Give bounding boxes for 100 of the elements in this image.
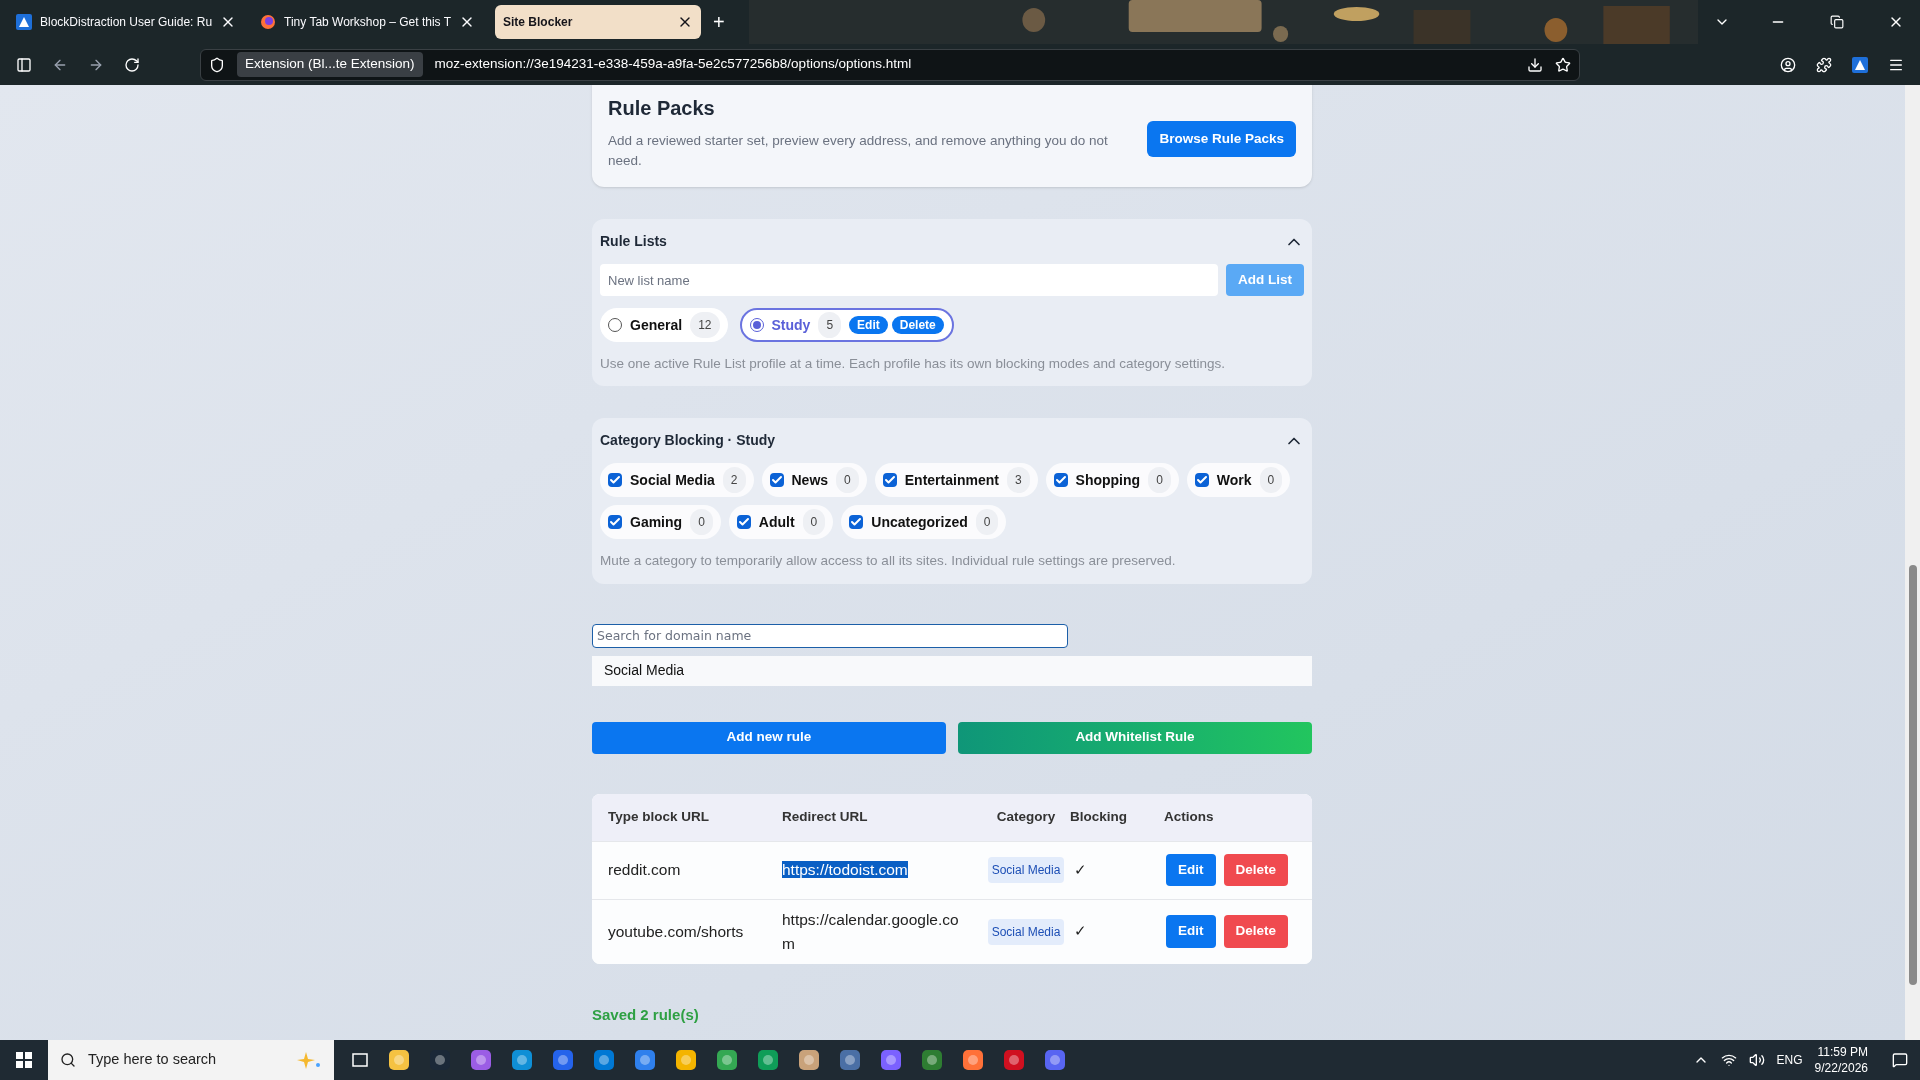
count-badge: 0 <box>975 509 999 536</box>
download-icon[interactable] <box>1527 56 1543 73</box>
app-icon[interactable] <box>920 1048 944 1072</box>
sidebar-icon[interactable] <box>16 56 32 73</box>
app-icon[interactable] <box>469 1048 493 1072</box>
search-icon <box>60 1052 76 1068</box>
app-icon[interactable] <box>961 1048 985 1072</box>
app-icon[interactable] <box>879 1048 903 1072</box>
rule-list-chip[interactable]: Study 5 Edit Delete <box>739 308 954 342</box>
category-tag: Social Media <box>987 857 1065 883</box>
app-icon[interactable] <box>756 1048 780 1072</box>
checkbox[interactable] <box>769 473 784 488</box>
edit-button[interactable]: Edit <box>1166 853 1216 887</box>
edit-button[interactable]: Edit <box>1166 915 1216 948</box>
count-badge: 0 <box>836 467 859 494</box>
list-name: Study <box>771 315 811 335</box>
add-rule-button[interactable]: Add new rule <box>592 721 946 754</box>
browser-tab[interactable]: BlockDistraction User Guide: Ru <box>8 5 245 39</box>
new-tab-button[interactable]: + <box>705 7 733 37</box>
app-icon[interactable] <box>1002 1048 1026 1072</box>
column-header: Redirect URL <box>782 807 869 826</box>
table-cell-text: https://todoist.com <box>782 860 909 880</box>
count-badge: 0 <box>802 509 826 536</box>
clock-date[interactable]: 9/22/2026 <box>1814 1060 1868 1076</box>
app-icon[interactable] <box>551 1048 575 1072</box>
section-description: Add a reviewed starter set, preview every address, and remove anything you do not need. <box>608 132 1109 170</box>
delete-button[interactable]: Delete <box>1223 853 1289 887</box>
app-icon[interactable] <box>674 1048 698 1072</box>
fox-logo-icon <box>260 14 277 30</box>
count-badge: 0 <box>1259 467 1283 494</box>
scrollbar[interactable] <box>1905 85 1920 1040</box>
reload-icon[interactable] <box>124 56 140 73</box>
blocking-check: ✓ <box>1073 859 1088 880</box>
account-icon[interactable] <box>1780 56 1796 73</box>
browser-tab[interactable]: Tiny Tab Workshop – Get this T <box>252 5 484 39</box>
checkbox[interactable] <box>1194 473 1209 488</box>
checkbox[interactable] <box>608 473 622 488</box>
hint-text: Use one active Rule List profile at a time. Each profile has its own blocking modes and category settings. <box>600 355 1227 373</box>
tab-title: Tiny Tab Workshop – Get this T <box>284 14 452 31</box>
app-icon[interactable] <box>838 1048 862 1072</box>
notification-icon[interactable] <box>1892 1052 1908 1068</box>
table-cell-text: reddit.com <box>608 860 682 881</box>
triangle-logo-icon[interactable] <box>1852 56 1868 73</box>
category-name: Work <box>1216 470 1252 490</box>
checkbox[interactable] <box>1053 473 1068 488</box>
table-cell-text: https://calendar.google.com <box>782 909 960 954</box>
app-icon[interactable] <box>797 1048 821 1072</box>
extensions-icon[interactable] <box>1816 56 1832 73</box>
app-icon[interactable] <box>387 1048 411 1072</box>
checkbox[interactable] <box>882 473 897 488</box>
count-badge: 0 <box>1148 467 1171 494</box>
checkbox[interactable] <box>608 515 622 530</box>
table-cell-text: youtube.com/shorts <box>608 921 745 942</box>
network-icon[interactable] <box>1720 1052 1737 1068</box>
status-message: Saved 2 rule(s) <box>592 1004 700 1025</box>
column-header: Type block URL <box>608 807 710 826</box>
count-badge: 2 <box>722 467 746 494</box>
column-header: Actions <box>1164 807 1215 826</box>
restore-icon[interactable] <box>1830 15 1844 29</box>
address-bar[interactable]: Extension (Bl...te Extension) moz-extension://3e194231-e338-459a-a9fa-5e2c577256b8/options/options.html <box>200 48 1580 81</box>
app-icon[interactable] <box>592 1048 616 1072</box>
tab-title: BlockDistraction User Guide: Ru <box>40 14 213 31</box>
tab-title: Site Blocker <box>503 14 574 31</box>
app-icon[interactable] <box>633 1048 657 1072</box>
clock-time[interactable]: 11:59 PM <box>1817 1044 1868 1060</box>
identity-badge[interactable]: Extension (Bl...te Extension) <box>237 52 423 77</box>
category-name: Gaming <box>630 512 683 532</box>
volume-icon[interactable] <box>1748 1052 1765 1068</box>
star-icon[interactable] <box>1555 56 1571 73</box>
browse-rule-packs-button[interactable]: Browse Rule Packs <box>1147 121 1296 158</box>
delete-button[interactable]: Delete <box>891 316 944 334</box>
new-list-input[interactable]: New list name <box>600 264 1218 296</box>
taskbar-search-field[interactable]: Type here to search <box>48 1040 334 1080</box>
windows-icon[interactable] <box>16 1052 32 1068</box>
count-badge: 0 <box>690 509 713 536</box>
count-badge: 3 <box>1006 467 1030 494</box>
search-field[interactable]: Search for domain name <box>592 623 1068 648</box>
category-name: Uncategorized <box>871 512 968 532</box>
column-header: Category <box>995 807 1057 826</box>
checkbox[interactable] <box>736 515 751 530</box>
app-icon[interactable] <box>715 1048 739 1072</box>
checkbox[interactable] <box>849 515 864 530</box>
group-header: Social Media <box>592 655 1312 686</box>
app-icon[interactable] <box>1043 1048 1067 1072</box>
category-name: Entertainment <box>904 470 999 490</box>
category-name: Shopping <box>1075 470 1141 490</box>
browser-tab[interactable]: Site Blocker <box>495 5 702 39</box>
search-placeholder: Type here to search <box>88 1050 217 1070</box>
category-tag: Social Media <box>987 918 1065 945</box>
url-text: moz-extension://3e194231-e338-459a-a9fa-5e2c577256b8/options/options.html <box>434 55 912 74</box>
delete-button[interactable]: Delete <box>1223 915 1289 948</box>
app-icon[interactable] <box>510 1048 534 1072</box>
category-name: Social Media <box>630 470 715 490</box>
task-view-icon[interactable] <box>350 1050 370 1070</box>
section-title: Rule Packs <box>608 96 716 121</box>
hint-text: Mute a category to temporarily allow access to all its sites. Individual rule settings are preserved. <box>600 552 1177 571</box>
rule-list-chip[interactable]: General 12 <box>600 308 728 342</box>
column-header: Blocking <box>1070 807 1128 826</box>
edit-button[interactable]: Edit <box>849 316 888 334</box>
language-indicator[interactable]: ENG <box>1776 1051 1803 1069</box>
